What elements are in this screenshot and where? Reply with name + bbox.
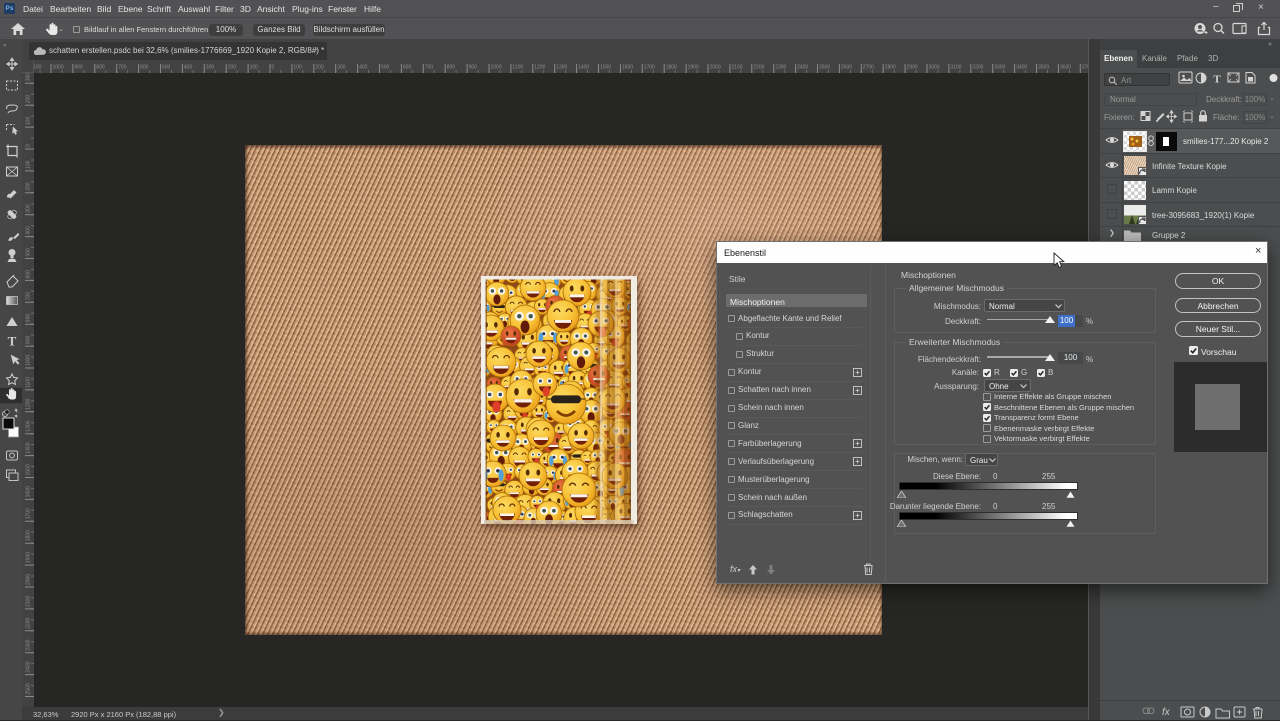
svg-text:2300: 2300 bbox=[26, 639, 32, 650]
svg-text:3400: 3400 bbox=[1016, 65, 1027, 71]
svg-text:1900: 1900 bbox=[26, 552, 32, 563]
svg-text:2300: 2300 bbox=[775, 65, 786, 71]
svg-text:2400: 2400 bbox=[26, 661, 32, 672]
svg-text:2800: 2800 bbox=[885, 65, 896, 71]
svg-text:1900: 1900 bbox=[688, 65, 699, 71]
svg-text:0: 0 bbox=[272, 65, 275, 71]
svg-text:1700: 1700 bbox=[26, 508, 32, 519]
svg-text:1000: 1000 bbox=[26, 355, 32, 366]
svg-text:600: 600 bbox=[140, 65, 149, 71]
svg-text:1100: 1100 bbox=[26, 377, 32, 388]
svg-text:300: 300 bbox=[206, 65, 215, 71]
svg-text:700: 700 bbox=[26, 292, 32, 301]
svg-text:900: 900 bbox=[469, 65, 478, 71]
svg-text:300: 300 bbox=[26, 73, 32, 81]
svg-text:T: T bbox=[8, 334, 17, 349]
svg-text:700: 700 bbox=[425, 65, 434, 71]
svg-text:1300: 1300 bbox=[556, 65, 567, 71]
svg-text:400: 400 bbox=[26, 226, 32, 235]
svg-text:200: 200 bbox=[228, 65, 237, 71]
svg-text:100: 100 bbox=[26, 160, 32, 169]
svg-text:3100: 3100 bbox=[950, 65, 961, 71]
svg-text:3200: 3200 bbox=[972, 65, 983, 71]
svg-text:300: 300 bbox=[337, 65, 346, 71]
svg-text:800: 800 bbox=[26, 314, 32, 323]
svg-text:1200: 1200 bbox=[26, 398, 32, 409]
svg-text:T: T bbox=[1213, 74, 1221, 86]
svg-text:600: 600 bbox=[403, 65, 412, 71]
svg-text:2200: 2200 bbox=[26, 617, 32, 628]
svg-text:1700: 1700 bbox=[644, 65, 655, 71]
svg-text:0: 0 bbox=[26, 144, 32, 147]
svg-text:2000: 2000 bbox=[710, 65, 721, 71]
svg-text:2500: 2500 bbox=[26, 683, 32, 694]
svg-text:1800: 1800 bbox=[26, 530, 32, 541]
svg-text:1800: 1800 bbox=[666, 65, 677, 71]
svg-text:1200: 1200 bbox=[534, 65, 545, 71]
svg-text:200: 200 bbox=[26, 182, 32, 191]
svg-text:2200: 2200 bbox=[753, 65, 764, 71]
svg-text:200: 200 bbox=[315, 65, 324, 71]
svg-text:1100: 1100 bbox=[512, 65, 523, 71]
svg-text:100: 100 bbox=[26, 117, 32, 126]
svg-text:1400: 1400 bbox=[578, 65, 589, 71]
svg-text:3300: 3300 bbox=[994, 65, 1005, 71]
svg-text:500: 500 bbox=[26, 248, 32, 257]
svg-text:1600: 1600 bbox=[622, 65, 633, 71]
svg-text:800: 800 bbox=[96, 65, 105, 71]
svg-text:2500: 2500 bbox=[819, 65, 830, 71]
svg-text:1500: 1500 bbox=[26, 464, 32, 475]
svg-text:2100: 2100 bbox=[26, 596, 32, 607]
svg-text:600: 600 bbox=[26, 270, 32, 279]
svg-text:fx: fx bbox=[1162, 707, 1171, 718]
svg-text:300: 300 bbox=[26, 204, 32, 213]
svg-text:1600: 1600 bbox=[26, 486, 32, 497]
svg-text:2700: 2700 bbox=[863, 65, 874, 71]
svg-text:3600: 3600 bbox=[1060, 65, 1071, 71]
svg-text:2000: 2000 bbox=[26, 574, 32, 585]
svg-text:100: 100 bbox=[293, 65, 302, 71]
svg-text:400: 400 bbox=[184, 65, 193, 71]
svg-text:1500: 1500 bbox=[600, 65, 611, 71]
svg-text:900: 900 bbox=[74, 65, 83, 71]
svg-text:500: 500 bbox=[162, 65, 171, 71]
svg-text:1300: 1300 bbox=[26, 420, 32, 431]
svg-text:900: 900 bbox=[26, 336, 32, 345]
svg-text:500: 500 bbox=[381, 65, 390, 71]
svg-text:3000: 3000 bbox=[929, 65, 940, 71]
svg-text:800: 800 bbox=[447, 65, 456, 71]
svg-text:2100: 2100 bbox=[731, 65, 742, 71]
svg-text:400: 400 bbox=[359, 65, 368, 71]
svg-text:200: 200 bbox=[26, 95, 32, 104]
svg-text:2400: 2400 bbox=[797, 65, 808, 71]
svg-text:1000: 1000 bbox=[491, 65, 502, 71]
svg-text:3500: 3500 bbox=[1038, 65, 1049, 71]
svg-text:700: 700 bbox=[118, 65, 127, 71]
svg-text:1000: 1000 bbox=[53, 65, 64, 71]
svg-text:1400: 1400 bbox=[26, 442, 32, 453]
svg-text:2900: 2900 bbox=[907, 65, 918, 71]
svg-text:100: 100 bbox=[250, 65, 259, 71]
svg-text:2600: 2600 bbox=[841, 65, 852, 71]
